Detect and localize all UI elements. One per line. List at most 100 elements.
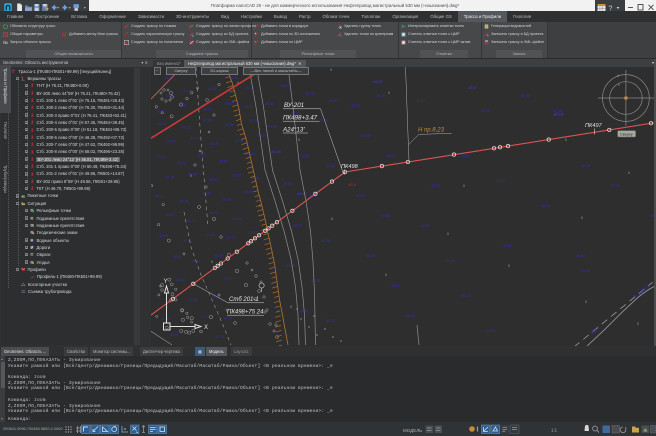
svg-text:45.82: 45.82: [167, 139, 176, 143]
svg-text:48.76: 48.76: [210, 142, 219, 146]
svg-text:53.40: 53.40: [245, 105, 254, 109]
svg-text:51.26: 51.26: [496, 179, 505, 183]
svg-text:48.12: 48.12: [293, 224, 302, 228]
svg-text:47.10: 47.10: [157, 155, 166, 159]
svg-text:II: II: [190, 173, 192, 178]
svg-text:47.88: 47.88: [225, 123, 234, 127]
svg-text:II: II: [388, 90, 390, 95]
svg-text:ПК498: ПК498: [341, 164, 359, 170]
svg-text:Стб 201-1: Стб 201-1: [229, 297, 259, 303]
svg-text:43.87: 43.87: [297, 191, 308, 196]
svg-text:МОДЕЛЬ: МОДЕЛЬ: [403, 428, 422, 433]
svg-text:48.12: 48.12: [155, 195, 164, 199]
svg-text:II: II: [585, 299, 587, 304]
svg-text:46.13: 46.13: [351, 104, 360, 108]
svg-text:46.95: 46.95: [214, 254, 223, 258]
svg-text:II: II: [617, 74, 619, 78]
svg-text:52.08: 52.08: [170, 333, 179, 337]
svg-text:II: II: [565, 137, 567, 142]
svg-text:53.40: 53.40: [446, 259, 455, 263]
svg-text:44.09: 44.09: [268, 124, 277, 128]
svg-text:II: II: [637, 321, 639, 326]
svg-text:Сверху: Сверху: [620, 132, 633, 136]
svg-text:48.12: 48.12: [224, 277, 233, 281]
svg-text:45.82: 45.82: [166, 213, 175, 217]
svg-text:ПК497: ПК497: [585, 123, 603, 129]
svg-text:№: №: [3, 40, 8, 45]
svg-text:41.76: 41.76: [319, 119, 328, 123]
svg-text:52.08: 52.08: [233, 217, 242, 221]
svg-text:48.76: 48.76: [553, 112, 564, 117]
svg-text:II: II: [211, 259, 213, 264]
svg-text:45.87: 45.87: [468, 86, 478, 90]
svg-text:47.10: 47.10: [215, 335, 224, 339]
svg-text:43.87: 43.87: [329, 99, 339, 103]
svg-text:II: II: [508, 263, 510, 268]
svg-text:1:1: 1:1: [551, 428, 558, 433]
svg-text:II: II: [331, 216, 333, 221]
svg-text:44.65: 44.65: [177, 161, 186, 165]
svg-text:50.23: 50.23: [198, 154, 207, 158]
svg-text:47.88: 47.88: [189, 299, 198, 303]
svg-text:38.62: 38.62: [461, 154, 470, 158]
svg-text:52.08: 52.08: [235, 139, 244, 143]
svg-text:ПК498+75 24: ПК498+75 24: [227, 310, 264, 316]
svg-text:ПК498+3.47: ПК498+3.47: [283, 115, 318, 122]
svg-text:X: X: [204, 325, 208, 331]
svg-text:48.76: 48.76: [223, 317, 232, 321]
svg-text:46.95: 46.95: [225, 101, 234, 105]
svg-text:47.10: 47.10: [356, 194, 365, 198]
svg-text:48.9: 48.9: [348, 182, 357, 187]
svg-text:45.07: 45.07: [158, 122, 168, 126]
svg-text:II: II: [581, 215, 583, 220]
svg-text:41.76: 41.76: [166, 175, 175, 179]
svg-text:II: II: [330, 67, 332, 72]
svg-text:46.95: 46.95: [421, 224, 430, 228]
svg-text:47.88: 47.88: [286, 264, 295, 268]
svg-text:Н пр.8,23: Н пр.8,23: [418, 128, 445, 134]
svg-text:38.62: 38.62: [232, 173, 241, 177]
svg-text:49.31: 49.31: [406, 314, 415, 318]
svg-text:43.87: 43.87: [219, 160, 229, 164]
svg-text:47.88: 47.88: [202, 191, 211, 195]
svg-text:38.62: 38.62: [283, 182, 292, 186]
svg-text:43.87: 43.87: [157, 109, 167, 113]
svg-text:48.12: 48.12: [182, 126, 191, 130]
svg-text:44.65: 44.65: [281, 84, 290, 88]
svg-text:47.10: 47.10: [611, 184, 620, 188]
svg-text:42.55: 42.55: [203, 119, 212, 123]
svg-text:II: II: [628, 170, 630, 175]
svg-text:43.87: 43.87: [391, 284, 401, 288]
svg-text:Y: Y: [164, 279, 168, 285]
svg-text:48.12: 48.12: [481, 109, 490, 113]
svg-text:46.13: 46.13: [201, 314, 210, 318]
svg-text:53.40: 53.40: [326, 164, 335, 168]
svg-text:46.95: 46.95: [271, 149, 282, 154]
svg-text:39.94: 39.94: [159, 234, 168, 238]
svg-text:38.62: 38.62: [176, 278, 185, 282]
svg-text:48.76: 48.76: [581, 164, 590, 168]
svg-text:46.13: 46.13: [461, 294, 470, 298]
svg-text:49.31: 49.31: [173, 255, 182, 259]
svg-text:43.87: 43.87: [248, 231, 258, 235]
svg-text:39.94: 39.94: [576, 254, 585, 258]
svg-text:45.07: 45.07: [373, 79, 384, 84]
svg-text:41.76: 41.76: [203, 108, 212, 112]
svg-text:45.82: 45.82: [326, 319, 335, 323]
svg-text:39.94: 39.94: [258, 133, 267, 137]
svg-text:48.76: 48.76: [210, 211, 219, 215]
svg-text:42.55: 42.55: [180, 200, 189, 204]
svg-text:46.13: 46.13: [190, 137, 199, 141]
svg-text:46.13: 46.13: [187, 219, 196, 223]
svg-text:38.62: 38.62: [265, 102, 274, 106]
svg-text:52.08: 52.08: [361, 134, 370, 138]
svg-text:50.23: 50.23: [581, 269, 590, 273]
svg-text:50.23: 50.23: [226, 236, 235, 240]
svg-text:42.55: 42.55: [521, 94, 530, 98]
svg-text:41.76: 41.76: [431, 184, 440, 188]
svg-text:47.10: 47.10: [183, 89, 192, 93]
svg-text:II: II: [290, 304, 292, 309]
svg-text:44.09: 44.09: [541, 204, 550, 208]
svg-text:50.23: 50.23: [306, 92, 315, 96]
svg-text:39.94: 39.94: [386, 154, 395, 158]
